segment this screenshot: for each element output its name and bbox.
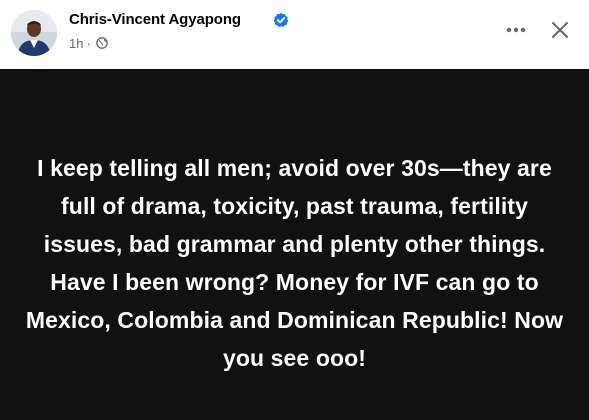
post-meta: 1h · xyxy=(69,35,108,51)
post-text-background[interactable]: I keep telling all men; avoid over 30s—t… xyxy=(0,69,589,420)
more-options-button[interactable] xyxy=(500,16,532,44)
more-options-icon xyxy=(506,27,526,33)
globe-icon[interactable] xyxy=(95,37,108,49)
author-name[interactable]: Chris-Vincent Agyapong xyxy=(69,11,241,28)
post-time[interactable]: 1h xyxy=(69,36,83,51)
verified-badge-icon xyxy=(273,12,289,27)
avatar[interactable] xyxy=(11,10,57,56)
meta-separator: · xyxy=(86,35,91,51)
post-header: Chris-Vincent Agyapong 1h · xyxy=(0,0,589,69)
close-button[interactable] xyxy=(544,14,576,46)
post-text: I keep telling all men; avoid over 30s—t… xyxy=(25,155,564,371)
profile-photo xyxy=(11,10,57,56)
close-icon xyxy=(552,22,568,38)
